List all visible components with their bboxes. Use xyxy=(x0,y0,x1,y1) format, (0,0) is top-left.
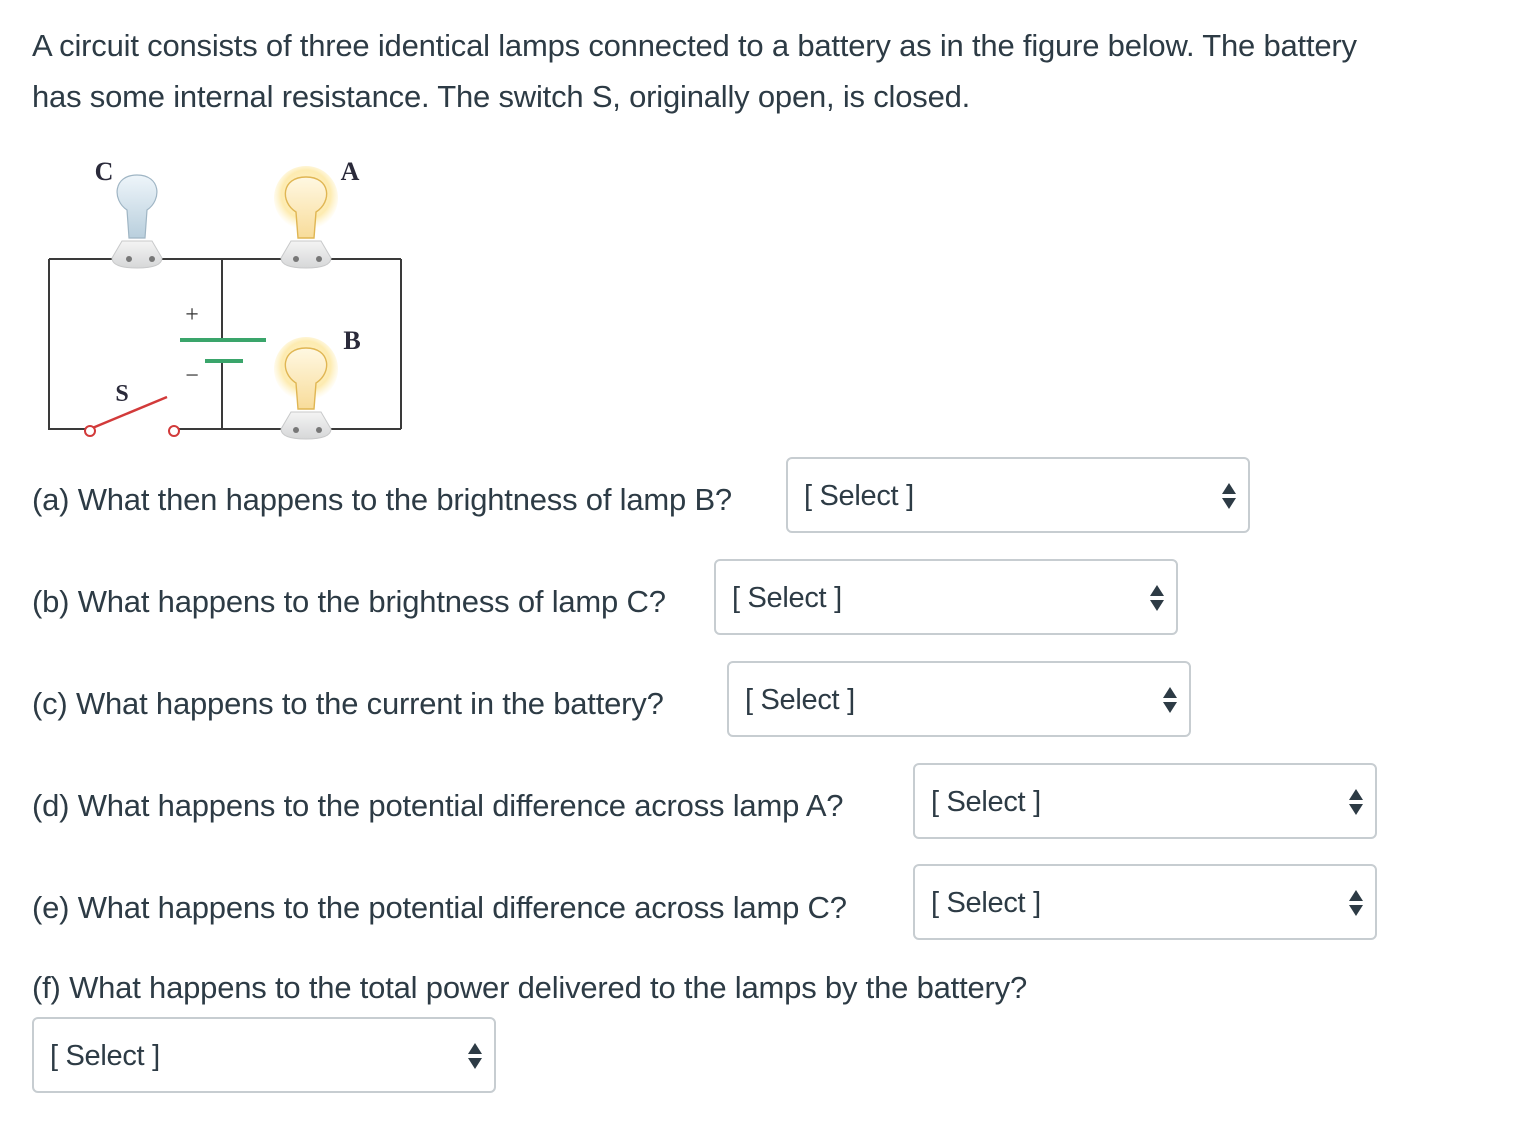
select-value: [ Select ] xyxy=(732,582,842,614)
battery-plus-label: + xyxy=(185,302,199,328)
question-c-select[interactable]: [ Select ] xyxy=(727,661,1191,737)
question-c-text: (c) What happens to the current in the b… xyxy=(32,686,664,721)
switch-icon[interactable]: S xyxy=(84,381,180,437)
select-value: [ Select ] xyxy=(745,684,855,716)
lamp-b-icon: B xyxy=(274,326,361,440)
circuit-diagram: + − S C A B xyxy=(48,157,402,440)
lamp-b-label: B xyxy=(343,326,360,355)
select-value: [ Select ] xyxy=(804,480,914,512)
intro-line-1: A circuit consists of three identical la… xyxy=(32,28,1357,63)
select-value: [ Select ] xyxy=(931,786,1041,818)
question-b-select[interactable]: [ Select ] xyxy=(714,559,1178,635)
select-arrows-icon xyxy=(468,1043,482,1071)
select-arrows-icon xyxy=(1349,890,1363,918)
question-d-text: (d) What happens to the potential differ… xyxy=(32,788,844,823)
question-f-select[interactable]: [ Select ] xyxy=(32,1017,496,1093)
question-d-select[interactable]: [ Select ] xyxy=(913,763,1377,839)
question-e-select[interactable]: [ Select ] xyxy=(913,864,1377,940)
select-arrows-icon xyxy=(1349,789,1363,817)
select-value: [ Select ] xyxy=(931,887,1041,919)
select-arrows-icon xyxy=(1222,483,1236,511)
question-a-select[interactable]: [ Select ] xyxy=(786,457,1250,533)
select-arrows-icon xyxy=(1163,687,1177,715)
question-a-text: (a) What then happens to the brightness … xyxy=(32,482,732,517)
question-e-text: (e) What happens to the potential differ… xyxy=(32,890,847,925)
select-arrows-icon xyxy=(1150,585,1164,613)
lamp-c-icon: C xyxy=(95,157,163,269)
question-f-text: (f) What happens to the total power deli… xyxy=(32,970,1027,1005)
lamp-a-icon: A xyxy=(274,157,360,269)
lamp-a-label: A xyxy=(341,157,360,186)
lamp-c-label: C xyxy=(95,157,114,186)
intro-line-2: has some internal resistance. The switch… xyxy=(32,79,971,114)
question-b-text: (b) What happens to the brightness of la… xyxy=(32,584,666,619)
question-intro: A circuit consists of three identical la… xyxy=(32,20,1492,122)
switch-label: S xyxy=(115,381,128,407)
select-value: [ Select ] xyxy=(50,1040,160,1072)
battery-minus-label: − xyxy=(185,363,199,389)
